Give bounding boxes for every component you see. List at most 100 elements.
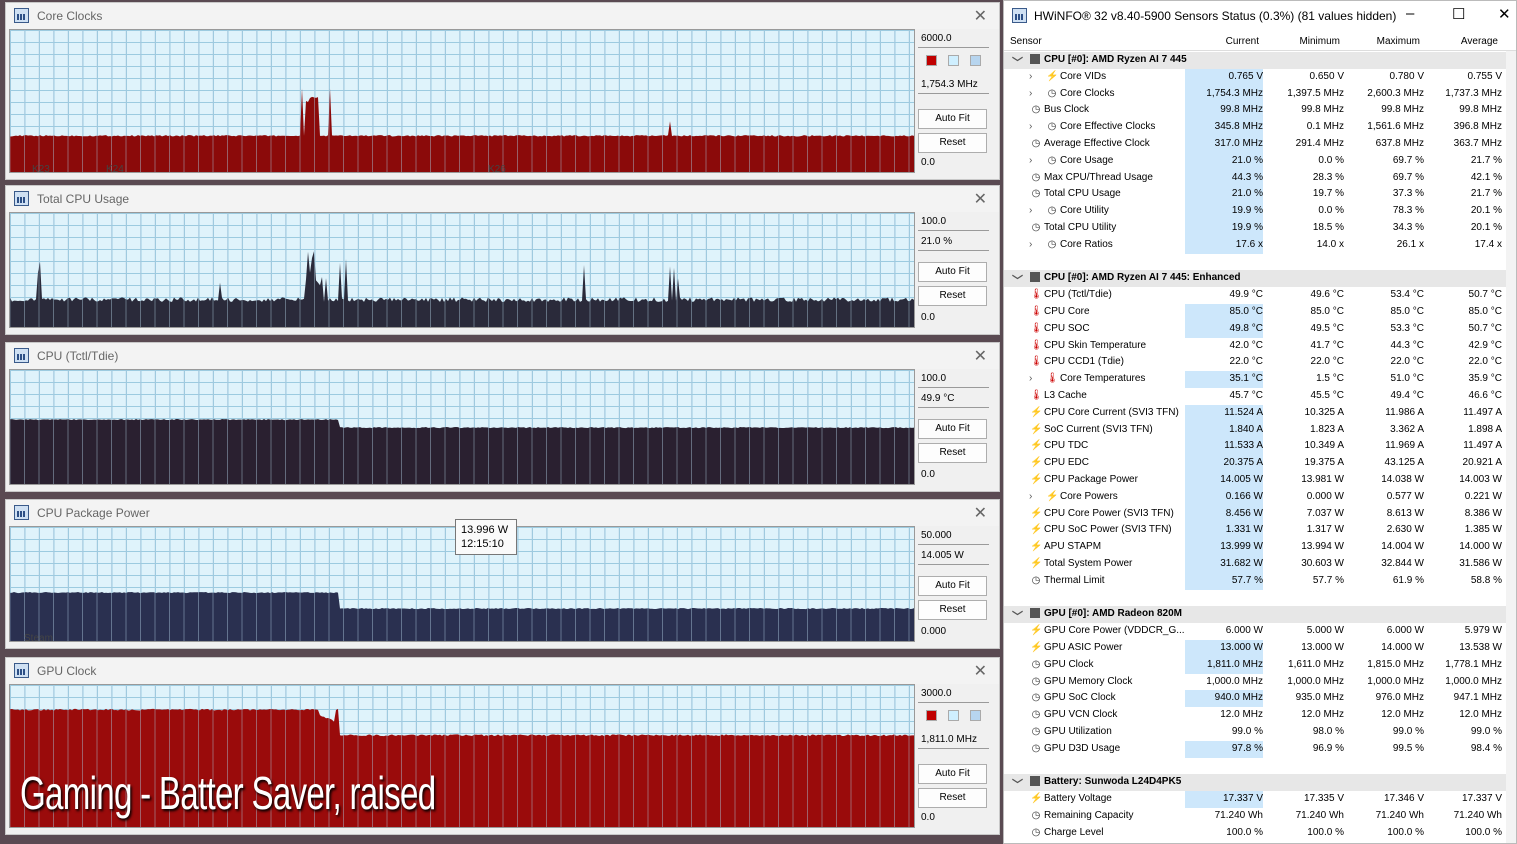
sensor-row[interactable]: ⚡ CPU EDC 20.375 A 19.375 A 43.125 A 20.… [1004, 455, 1506, 472]
sensor-row[interactable]: › ◷ Core Usage 21.0 % 0.0 % 69.7 % 21.7 … [1004, 152, 1506, 170]
auto-fit-button[interactable]: Auto Fit [918, 109, 987, 129]
expand-icon[interactable]: › [1029, 155, 1032, 166]
sensor-row[interactable]: 🌡 CPU SOC 49.8 °C 49.5 °C 53.3 °C 50.7 °… [1004, 320, 1506, 338]
bolt-icon: ⚡ [1030, 541, 1043, 553]
col-minimum[interactable]: Minimum [1299, 36, 1340, 47]
sensor-name: CPU CCD1 (Tdie) [1044, 356, 1125, 368]
reset-button[interactable]: Reset [918, 788, 987, 808]
sensor-row[interactable]: ◷ GPU SoC Clock 940.0 MHz 935.0 MHz 976.… [1004, 690, 1506, 708]
sensor-group[interactable]: ﹀ CPU [#0]: AMD Ryzen AI 7 445: Enhanced [1004, 270, 1506, 287]
vertical-scrollbar[interactable] [1506, 51, 1516, 843]
sensor-row[interactable]: ◷ GPU Utilization 99.0 % 98.0 % 99.0 % 9… [1004, 724, 1506, 741]
sensor-row[interactable]: ⚡ Total System Power 31.682 W 30.603 W 3… [1004, 556, 1506, 573]
sensor-row[interactable]: 🌡 CPU Core 85.0 °C 85.0 °C 85.0 °C 85.0 … [1004, 304, 1506, 321]
collapse-icon[interactable]: ﹀ [1012, 608, 1023, 624]
reset-button[interactable]: Reset [918, 286, 987, 306]
sensor-row[interactable]: 🌡 CPU (Tctl/Tdie) 49.9 °C 49.6 °C 53.4 °… [1004, 287, 1506, 304]
auto-fit-button[interactable]: Auto Fit [918, 576, 987, 596]
expand-icon[interactable]: › [1029, 239, 1032, 250]
sensor-row[interactable]: ◷ GPU D3D Usage 97.8 % 96.9 % 99.5 % 98.… [1004, 740, 1506, 758]
sensor-row[interactable]: ⚡ CPU Core Power (SVI3 TFN) 8.456 W 7.03… [1004, 505, 1506, 523]
sensor-group[interactable]: ﹀ CPU [#0]: AMD Ryzen AI 7 445 [1004, 52, 1506, 69]
color-swatch-2[interactable] [948, 710, 959, 721]
sensor-row[interactable]: › 🌡 Core Temperatures 35.1 °C 1.5 °C 51.… [1004, 371, 1506, 388]
color-swatch-3[interactable] [970, 55, 981, 66]
auto-fit-button[interactable]: Auto Fit [918, 262, 987, 282]
sensor-row[interactable]: ⚡ GPU Core Power (VDDCR_G... 6.000 W 5.0… [1004, 623, 1506, 640]
color-swatch-1[interactable] [926, 710, 937, 721]
sensor-row[interactable]: ◷ Bus Clock 99.8 MHz 99.8 MHz 99.8 MHz 9… [1004, 102, 1506, 120]
sensor-row[interactable]: › ◷ Core Effective Clocks 345.8 MHz 0.1 … [1004, 119, 1506, 136]
sensor-row[interactable]: ⚡ APU STAPM 13.999 W 13.994 W 14.004 W 1… [1004, 539, 1506, 556]
sensor-row[interactable]: › ◷ Core Utility 19.9 % 0.0 % 78.3 % 20.… [1004, 203, 1506, 220]
chip-icon [1030, 776, 1040, 787]
expand-icon[interactable]: › [1029, 121, 1032, 132]
sensor-row[interactable]: ⚡ SoC Current (SVI3 TFN) 1.840 A 1.823 A… [1004, 421, 1506, 439]
expand-icon[interactable]: › [1029, 71, 1032, 82]
sensor-minimum: 1.5 °C [1316, 373, 1344, 385]
sensor-group[interactable]: ﹀ Battery: Sunwoda L24D4PK5 [1004, 774, 1506, 791]
sensor-row[interactable]: ◷ Max CPU/Thread Usage 44.3 % 28.3 % 69.… [1004, 169, 1506, 187]
sensor-row[interactable]: ◷ GPU VCN Clock 12.0 MHz 12.0 MHz 12.0 M… [1004, 707, 1506, 724]
sensor-row[interactable]: ◷ Thermal Limit 57.7 % 57.7 % 61.9 % 58.… [1004, 572, 1506, 590]
sensor-row[interactable]: › ◷ Core Clocks 1,754.3 MHz 1,397.5 MHz … [1004, 85, 1506, 103]
clock-icon: ◷ [1031, 726, 1041, 737]
sensor-name: GPU Clock [1044, 658, 1094, 670]
close-icon[interactable]: ✕ [974, 6, 987, 26]
close-icon[interactable]: ✕ [974, 346, 987, 366]
expand-icon[interactable]: › [1029, 373, 1032, 384]
color-swatch-1[interactable] [926, 55, 937, 66]
close-icon[interactable]: ✕ [974, 661, 987, 681]
close-icon[interactable]: ✕ [1498, 5, 1511, 23]
sensor-row[interactable]: › ⚡ Core VIDs 0.765 V 0.650 V 0.780 V 0.… [1004, 68, 1506, 86]
sensor-row[interactable]: ◷ Average Effective Clock 317.0 MHz 291.… [1004, 136, 1506, 153]
expand-icon[interactable]: › [1029, 205, 1032, 216]
sensor-row[interactable]: 🌡 L3 Cache 45.7 °C 45.5 °C 49.4 °C 46.6 … [1004, 388, 1506, 405]
sensor-group[interactable]: ﹀ GPU [#0]: AMD Radeon 820M [1004, 606, 1506, 623]
sensor-row[interactable]: 🌡 CPU Skin Temperature 42.0 °C 41.7 °C 4… [1004, 338, 1506, 355]
sensor-row[interactable]: ⚡ CPU SoC Power (SVI3 TFN) 1.331 W 1.317… [1004, 522, 1506, 540]
sensor-row[interactable]: ⚡ CPU Package Power 14.005 W 13.981 W 14… [1004, 472, 1506, 489]
sensor-row[interactable]: 🌡 CPU CCD1 (Tdie) 22.0 °C 22.0 °C 22.0 °… [1004, 354, 1506, 371]
sensor-row[interactable]: ◷ Remaining Capacity 71.240 Wh 71.240 Wh… [1004, 808, 1506, 825]
color-swatch-3[interactable] [970, 710, 981, 721]
col-sensor[interactable]: Sensor [1010, 36, 1042, 47]
close-icon[interactable]: ✕ [974, 503, 987, 523]
reset-button[interactable]: Reset [918, 600, 987, 620]
sensor-row[interactable]: ◷ GPU Memory Clock 1,000.0 MHz 1,000.0 M… [1004, 674, 1506, 691]
sensor-minimum: 1.317 W [1306, 524, 1344, 536]
close-icon[interactable]: ✕ [974, 189, 987, 209]
auto-fit-button[interactable]: Auto Fit [918, 764, 987, 784]
sensor-row[interactable]: › ⚡ Core Powers 0.166 W 0.000 W 0.577 W … [1004, 488, 1506, 506]
sensor-maximum: 14.038 W [1381, 474, 1424, 485]
collapse-icon[interactable]: ﹀ [1012, 272, 1023, 288]
maximize-icon[interactable]: ☐ [1452, 5, 1465, 23]
col-current[interactable]: Current [1226, 36, 1259, 47]
sensor-maximum: 44.3 °C [1390, 339, 1424, 351]
sensor-row[interactable]: ⚡ CPU TDC 11.533 A 10.349 A 11.969 A 11.… [1004, 438, 1506, 456]
sensor-current: 31.682 W [1220, 558, 1263, 569]
sensor-row[interactable]: ⚡ GPU ASIC Power 13.000 W 13.000 W 14.00… [1004, 640, 1506, 657]
color-swatch-2[interactable] [948, 55, 959, 66]
expand-icon[interactable]: › [1029, 88, 1032, 99]
reset-button[interactable]: Reset [918, 133, 987, 153]
sensor-current: 11.524 A [1224, 406, 1263, 418]
sensor-row[interactable]: › ◷ Core Ratios 17.6 x 14.0 x 26.1 x 17.… [1004, 236, 1506, 254]
sensor-row[interactable]: ◷ GPU Clock 1,811.0 MHz 1,611.0 MHz 1,81… [1004, 656, 1506, 674]
sensor-row[interactable]: ⚡ Battery Voltage 17.337 V 17.335 V 17.3… [1004, 791, 1506, 808]
col-average[interactable]: Average [1461, 36, 1498, 47]
auto-fit-button[interactable]: Auto Fit [918, 419, 987, 439]
reset-button[interactable]: Reset [918, 443, 987, 463]
chip-icon [1030, 608, 1040, 619]
sensor-row[interactable]: ⚡ CPU Core Current (SVI3 TFN) 11.524 A 1… [1004, 404, 1506, 422]
collapse-icon[interactable]: ﹀ [1012, 54, 1023, 70]
collapse-icon[interactable]: ﹀ [1012, 776, 1023, 792]
graph-app-icon [14, 505, 29, 520]
thermometer-icon: 🌡 [1030, 339, 1043, 351]
sensor-row[interactable]: ◷ Total CPU Usage 21.0 % 19.7 % 37.3 % 2… [1004, 186, 1506, 204]
expand-icon[interactable]: › [1029, 491, 1032, 502]
col-maximum[interactable]: Maximum [1377, 36, 1420, 47]
minimize-icon[interactable]: – [1406, 5, 1414, 22]
sensor-row[interactable]: ◷ Charge Level 100.0 % 100.0 % 100.0 % 1… [1004, 825, 1506, 842]
sensor-row[interactable]: ◷ Total CPU Utility 19.9 % 18.5 % 34.3 %… [1004, 220, 1506, 237]
